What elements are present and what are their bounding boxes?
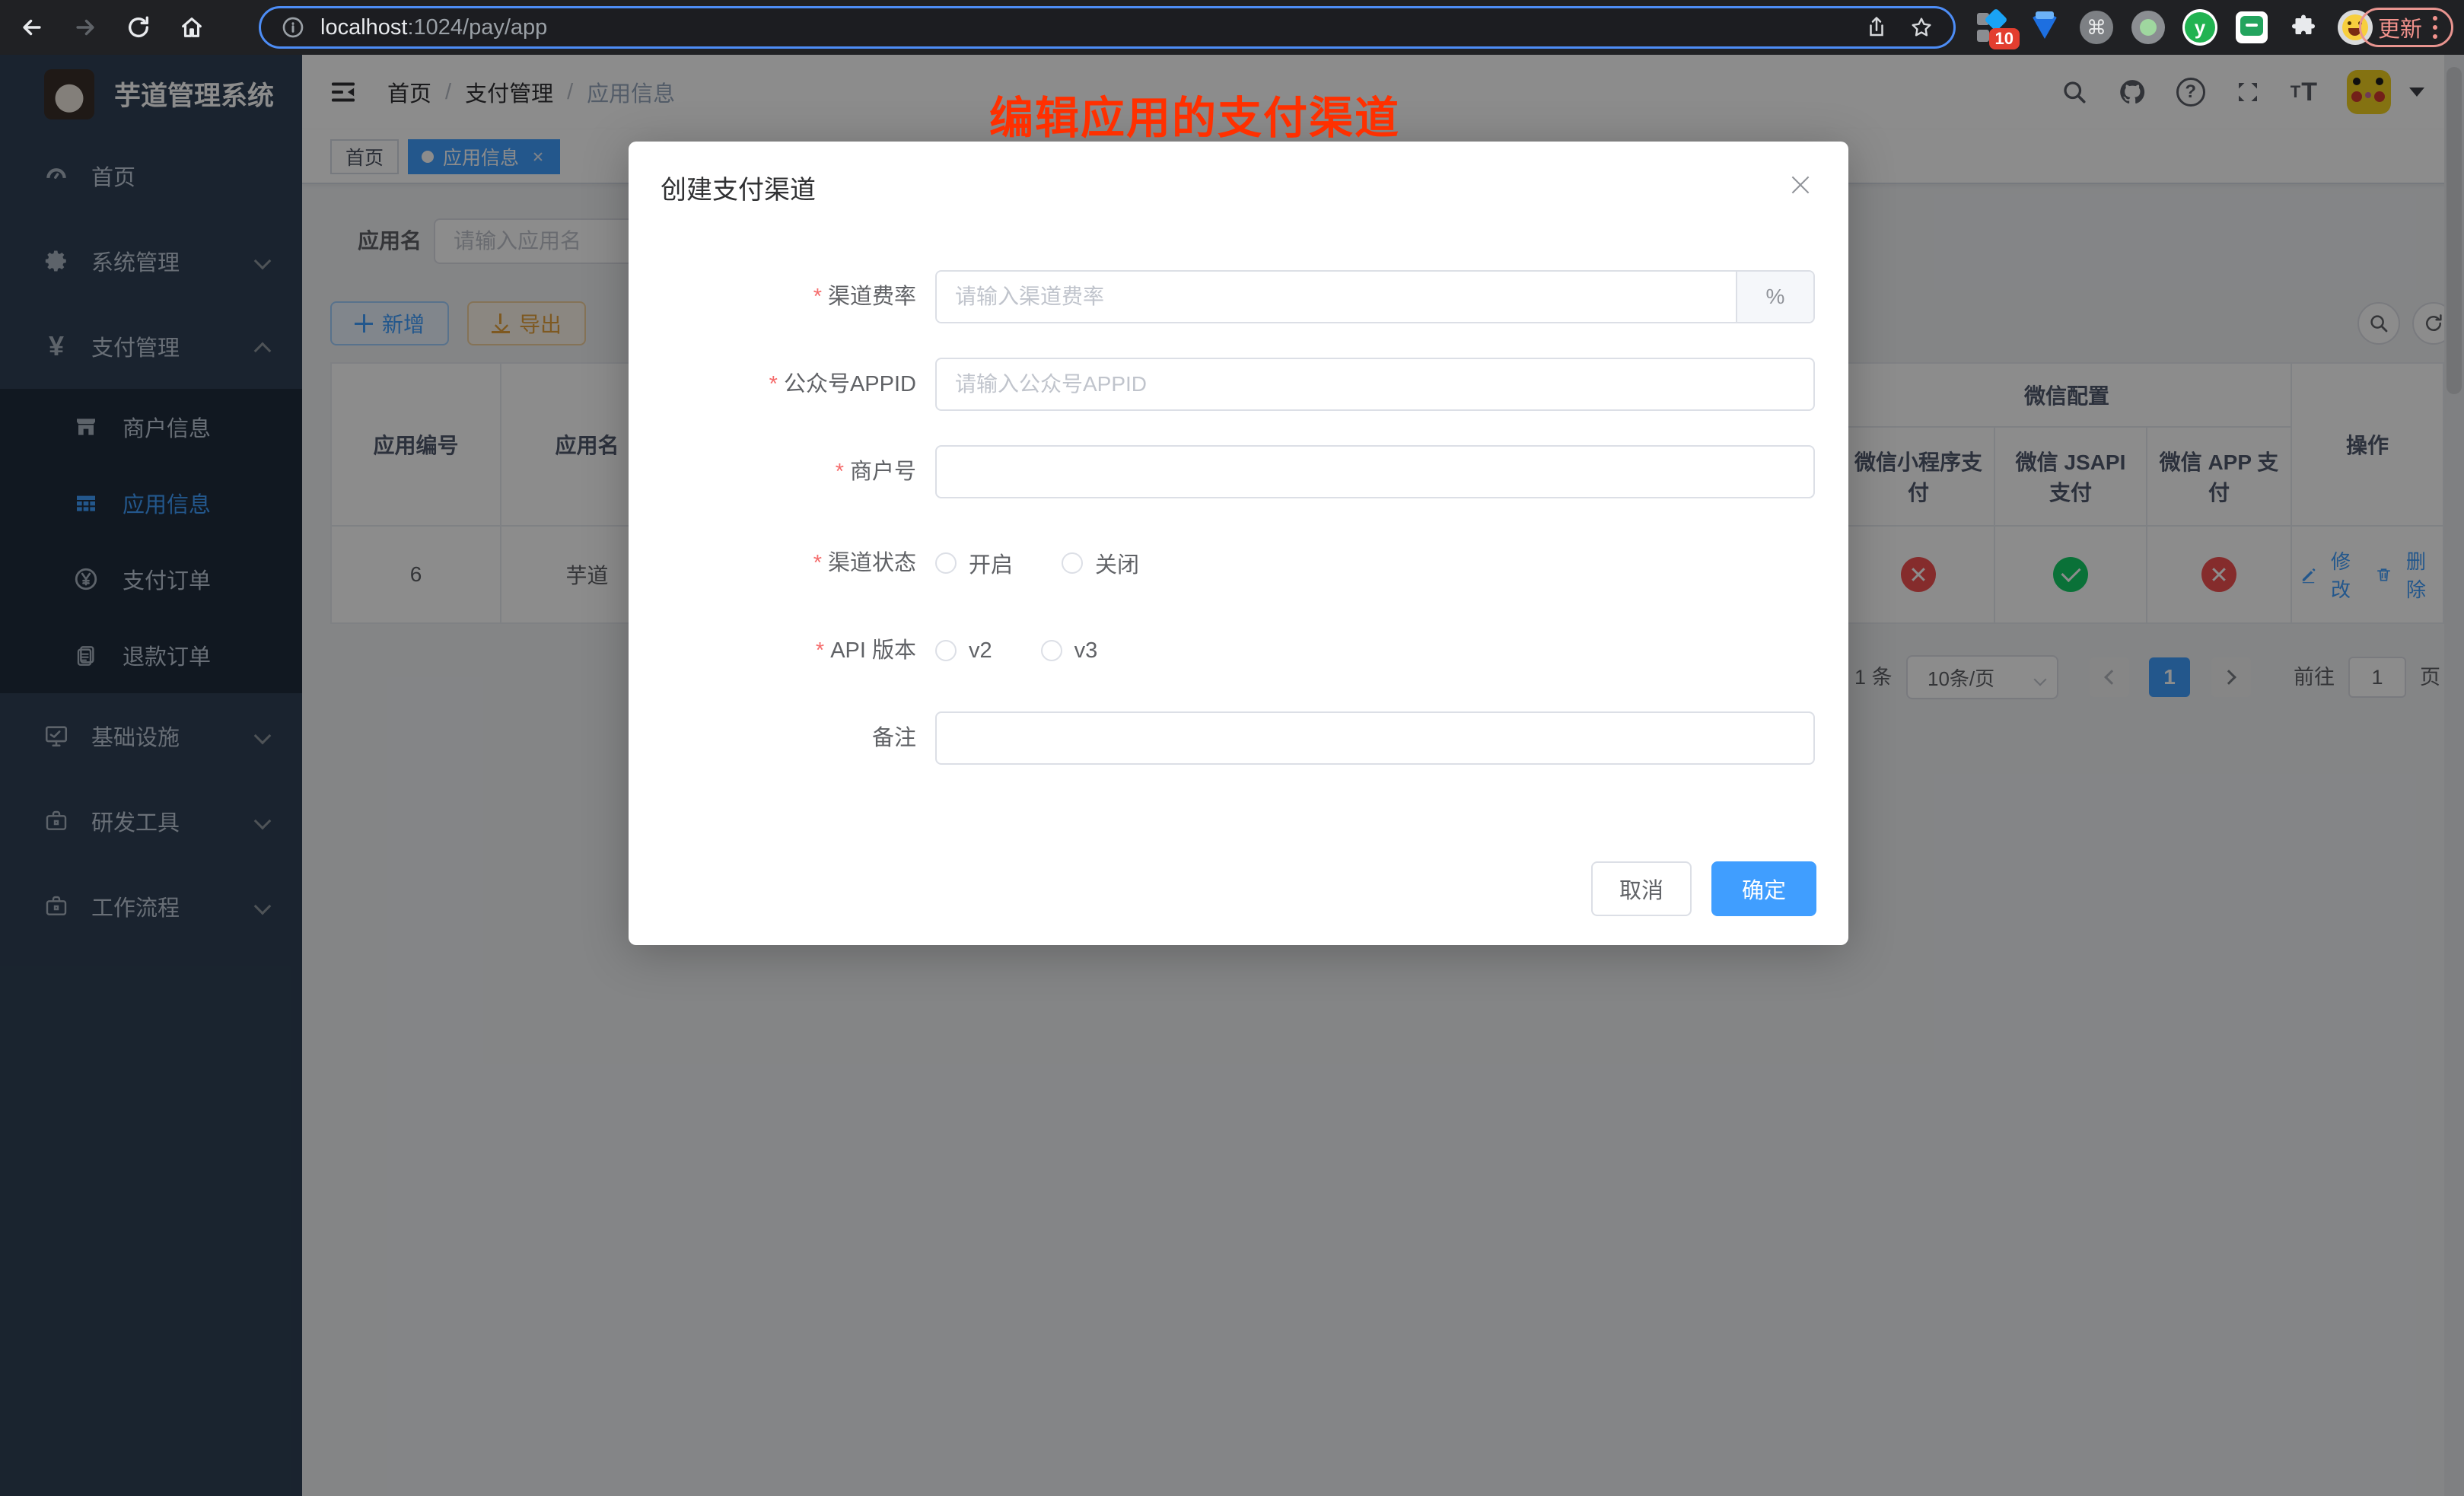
rate-input-group: % <box>935 270 1815 323</box>
share-icon[interactable] <box>1865 16 1888 39</box>
command-extension-icon[interactable]: ⌘ <box>2079 10 2114 45</box>
dialog-footer: 取消 确定 <box>1591 861 1816 916</box>
confirm-button[interactable]: 确定 <box>1711 861 1816 916</box>
browser-reload-button[interactable] <box>117 6 160 49</box>
status-open-radio[interactable]: 开启 <box>935 547 1013 579</box>
rate-label: *渠道费率 <box>629 270 916 323</box>
remark-input[interactable] <box>935 711 1815 765</box>
bookmark-star-icon[interactable] <box>1909 15 1934 40</box>
status-radio-group: 开启 关闭 <box>935 536 1139 590</box>
radio-circle-icon <box>1062 552 1083 574</box>
url-text: localhost:1024/pay/app <box>320 15 547 40</box>
update-label: 更新 <box>2378 11 2422 43</box>
status-label: *渠道状态 <box>629 536 916 590</box>
appid-input[interactable] <box>935 358 1815 411</box>
dialog-title: 创建支付渠道 <box>661 169 816 206</box>
extensions-puzzle-icon[interactable] <box>2286 10 2321 45</box>
url-host: localhost <box>320 15 407 40</box>
appid-label: *公众号APPID <box>629 358 916 411</box>
site-info-icon[interactable] <box>281 15 305 40</box>
app-root: 芋道管理系统 首页 系统管理 ¥ 支付管理 商户信息 <box>0 55 2464 1496</box>
browser-back-button[interactable] <box>11 6 53 49</box>
chat-extension-icon[interactable] <box>2234 10 2269 45</box>
rate-suffix: % <box>1736 272 1813 322</box>
cancel-button[interactable]: 取消 <box>1591 861 1692 916</box>
api-v2-radio[interactable]: v2 <box>935 638 992 664</box>
radio-circle-icon <box>1041 640 1062 661</box>
api-version-radio-group: v2 v3 <box>935 624 1097 677</box>
rate-input[interactable] <box>937 272 1736 322</box>
recorder-extension-icon[interactable] <box>2131 10 2166 45</box>
url-path: :1024/pay/app <box>407 15 547 40</box>
gem-extension-icon[interactable] <box>2027 10 2062 45</box>
remark-label: 备注 <box>629 711 916 765</box>
browser-update-button[interactable]: 更新 <box>2359 8 2453 47</box>
create-channel-dialog: 创建支付渠道 *渠道费率 % *公众号APPID *商户号 *渠道状态 开启 关… <box>629 142 1848 945</box>
browser-home-button[interactable] <box>170 6 213 49</box>
status-closed-radio[interactable]: 关闭 <box>1062 547 1139 579</box>
browser-chrome: localhost:1024/pay/app 10 ⌘ y 更新 <box>0 0 2464 55</box>
merchant-no-input[interactable] <box>935 445 1815 498</box>
extension-icons: 10 ⌘ y <box>1975 0 2373 55</box>
annotation-text: 编辑应用的支付渠道 <box>989 82 1400 146</box>
merchant-no-label: *商户号 <box>629 445 916 498</box>
api-version-label: *API 版本 <box>629 624 916 677</box>
api-v3-radio[interactable]: v3 <box>1041 638 1098 664</box>
browser-forward-button[interactable] <box>64 6 107 49</box>
y-logo-extension-icon[interactable]: y <box>2182 10 2217 45</box>
address-bar[interactable]: localhost:1024/pay/app <box>259 6 1956 49</box>
extension-badge: 10 <box>1989 28 2020 49</box>
radio-circle-icon <box>935 552 957 574</box>
tampermonkey-extension-icon[interactable]: 10 <box>1975 10 2010 45</box>
browser-menu-icon[interactable] <box>2433 16 2437 39</box>
close-icon[interactable] <box>1788 172 1813 198</box>
radio-circle-icon <box>935 640 957 661</box>
